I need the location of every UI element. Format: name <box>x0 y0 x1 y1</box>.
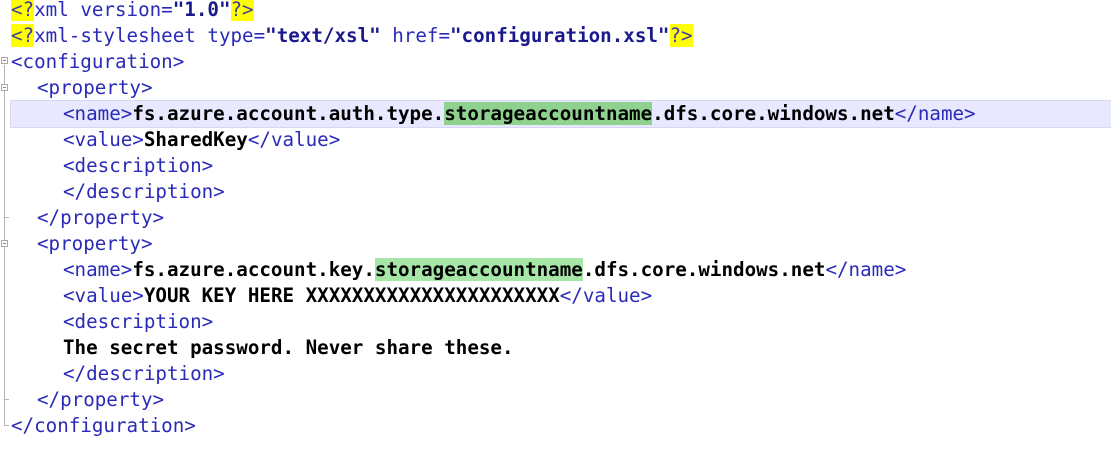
xml-tag: <name> <box>63 102 133 125</box>
element-text: .dfs.core.windows.net <box>582 258 826 281</box>
pi-text: xml-stylesheet type= <box>34 24 266 47</box>
code-line[interactable]: <description> <box>63 309 213 335</box>
attr-value: "1.0" <box>172 0 231 21</box>
pi-close-token: ?> <box>230 0 254 21</box>
pi-open-token: <? <box>11 24 35 47</box>
attr-value: "text/xsl" <box>265 24 381 47</box>
code-line[interactable]: </description> <box>63 179 225 205</box>
code-line[interactable]: </description> <box>63 361 225 387</box>
search-match-highlight: storageaccountname <box>374 258 583 281</box>
xml-tag: <property> <box>37 232 153 255</box>
code-line[interactable]: <value>SharedKey</value> <box>63 127 340 153</box>
xml-tag: </property> <box>37 206 165 229</box>
code-line[interactable]: <configuration> <box>11 49 184 75</box>
fold-toggle-property-2-icon[interactable] <box>1 240 8 247</box>
element-text: The secret password. Never share these. <box>63 336 514 359</box>
xml-tag: </description> <box>63 362 225 385</box>
fold-toggle-property-1-icon[interactable] <box>1 84 8 91</box>
xml-tag: <description> <box>63 154 214 177</box>
xml-tag: <configuration> <box>11 50 185 73</box>
xml-tag: </property> <box>37 388 165 411</box>
fold-margin <box>0 0 10 456</box>
code-line[interactable]: <name>fs.azure.account.key.storageaccoun… <box>63 257 906 283</box>
xml-tag: </name> <box>825 258 907 281</box>
code-line[interactable]: </property> <box>37 387 164 413</box>
code-line[interactable]: <?xml-stylesheet type="text/xsl" href="c… <box>11 23 693 49</box>
attr-value: "configuration.xsl" <box>450 24 670 47</box>
xml-tag: </value> <box>247 128 341 151</box>
element-text: .dfs.core.windows.net <box>652 102 895 125</box>
element-text: fs.azure.account.auth.type. <box>132 102 445 125</box>
fold-end-marker <box>4 399 9 400</box>
pi-text: href= <box>380 24 450 47</box>
code-line[interactable]: </configuration> <box>11 413 196 439</box>
xml-tag: </name> <box>894 102 976 125</box>
search-match-highlight: storageaccountname <box>444 102 653 125</box>
fold-end-marker <box>4 425 9 426</box>
element-text: YOUR KEY HERE XXXXXXXXXXXXXXXXXXXXXX <box>143 284 560 307</box>
code-line-current[interactable]: <name>fs.azure.account.auth.type.storage… <box>10 100 1111 128</box>
code-line[interactable]: <value>YOUR KEY HERE XXXXXXXXXXXXXXXXXXX… <box>63 283 652 309</box>
xml-tag: <property> <box>37 76 153 99</box>
code-line[interactable]: <?xml version="1.0"?> <box>11 0 254 23</box>
pi-text: xml version= <box>34 0 173 21</box>
element-text: SharedKey <box>143 128 248 151</box>
xml-tag: <description> <box>63 310 214 333</box>
code-line[interactable]: <property> <box>37 231 153 257</box>
fold-toggle-configuration-icon[interactable] <box>1 57 8 64</box>
xml-tag: <name> <box>63 258 133 281</box>
fold-end-marker <box>4 217 9 218</box>
pi-close-token: ?> <box>669 24 693 47</box>
xml-tag: </configuration> <box>11 414 196 437</box>
code-line[interactable]: <property> <box>37 75 153 101</box>
xml-tag: </description> <box>63 180 225 203</box>
xml-tag: <value> <box>63 128 144 151</box>
code-line[interactable]: <description> <box>63 153 213 179</box>
code-line[interactable]: </property> <box>37 205 164 231</box>
xml-tag: </value> <box>559 284 653 307</box>
code-line[interactable]: The secret password. Never share these. <box>63 335 514 361</box>
element-text: fs.azure.account.key. <box>132 258 375 281</box>
xml-tag: <value> <box>63 284 144 307</box>
pi-open-token: <? <box>11 0 35 21</box>
xml-code-editor[interactable]: <?xml version="1.0"?> <?xml-stylesheet t… <box>0 0 1111 456</box>
